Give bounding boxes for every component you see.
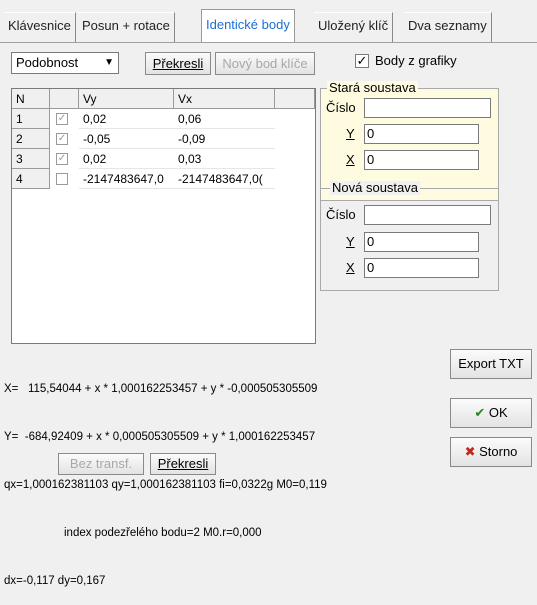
- old-system-number-input[interactable]: [364, 98, 491, 118]
- ok-button[interactable]: ✔ OK: [450, 398, 532, 428]
- column-header-vy[interactable]: Vy: [79, 89, 174, 109]
- cancel-label: Storno: [479, 444, 518, 459]
- cell-vy[interactable]: 0,02: [79, 149, 174, 169]
- new-system-x-label: X: [346, 260, 355, 275]
- row-checkbox[interactable]: ✓: [56, 133, 68, 145]
- row-number[interactable]: 1: [12, 109, 50, 129]
- cell-vx[interactable]: 0,06: [174, 109, 275, 129]
- column-header-check[interactable]: [50, 89, 79, 109]
- tab-shift-rotation[interactable]: Posun + rotace: [78, 12, 175, 42]
- points-from-graphics-label: Body z grafiky: [375, 53, 457, 68]
- row-number[interactable]: 3: [12, 149, 50, 169]
- check-icon: ✔: [474, 405, 486, 420]
- results-line-d: dx=-0,117 dy=0,167: [4, 575, 106, 587]
- transform-type-value: Podobnost: [16, 55, 79, 70]
- column-header-vx[interactable]: Vx: [174, 89, 275, 109]
- tab-two-lists[interactable]: Dva seznamy: [404, 12, 492, 42]
- results-line-q: qx=1,000162381103 qy=1,000162381103 fi=0…: [4, 479, 327, 491]
- tab-bar: Klávesnice Posun + rotace Identické body…: [0, 0, 537, 44]
- row-checkbox[interactable]: ✓: [56, 113, 68, 125]
- tab-keyboard[interactable]: Klávesnice: [4, 12, 76, 42]
- results-line-index: index podezřelého bodu=2 M0.r=0,000: [64, 527, 262, 539]
- points-table[interactable]: N Vy Vx 1 ✓ 0,02 0,06 2 ✓ -0,05 -0,09 3 …: [11, 88, 316, 344]
- new-system-title: Nová soustava: [330, 180, 420, 195]
- old-system-number-label: Číslo: [326, 100, 356, 115]
- redraw-button[interactable]: Překresli: [145, 52, 211, 75]
- tab-saved-key[interactable]: Uložený klíč: [314, 12, 394, 42]
- export-txt-button[interactable]: Export TXT: [450, 349, 532, 379]
- row-number[interactable]: 2: [12, 129, 50, 149]
- transform-type-select[interactable]: Podobnost ▼: [11, 52, 119, 74]
- old-system-title: Stará soustava: [327, 80, 418, 95]
- cancel-button[interactable]: ✖ Storno: [450, 437, 532, 467]
- results-text: X= 115,54044 + x * 1,000162253457 + y * …: [4, 349, 327, 605]
- new-system-number-label: Číslo: [326, 207, 356, 222]
- cell-vy[interactable]: -0,05: [79, 129, 174, 149]
- tab-divider: [0, 42, 537, 43]
- new-key-point-button[interactable]: Nový bod klíče: [215, 52, 315, 75]
- ok-label: OK: [488, 405, 508, 420]
- row-checkbox[interactable]: [56, 173, 68, 185]
- new-system-y-label: Y: [346, 234, 355, 249]
- row-number[interactable]: 4: [12, 169, 50, 189]
- cell-vx[interactable]: 0,03: [174, 149, 275, 169]
- results-line-x: X= 115,54044 + x * 1,000162253457 + y * …: [4, 383, 318, 395]
- redraw-bottom-button[interactable]: Překresli: [150, 453, 216, 475]
- old-system-y-label: Y: [346, 126, 355, 141]
- new-system-number-input[interactable]: [364, 205, 491, 225]
- column-header-n[interactable]: N: [12, 89, 50, 109]
- chevron-down-icon: ▼: [104, 57, 114, 68]
- tab-identical-points[interactable]: Identické body: [201, 9, 295, 43]
- no-transform-button[interactable]: Bez transf.: [58, 453, 144, 475]
- cell-vx[interactable]: -2147483647,0(: [174, 169, 275, 189]
- row-checkbox[interactable]: ✓: [56, 153, 68, 165]
- old-system-x-label: X: [346, 152, 355, 167]
- cell-vy[interactable]: 0,02: [79, 109, 174, 129]
- redraw-bottom-label: Překresli: [157, 456, 209, 471]
- points-from-graphics-checkbox[interactable]: ✓: [355, 54, 369, 68]
- results-line-y: Y= -684,92409 + x * 0,000505305509 + y *…: [4, 431, 316, 443]
- column-header-empty: [275, 89, 315, 109]
- old-system-y-input[interactable]: 0: [364, 124, 479, 144]
- new-system-x-input[interactable]: 0: [364, 258, 479, 278]
- cell-vy[interactable]: -2147483647,0: [79, 169, 174, 189]
- new-system-y-input[interactable]: 0: [364, 232, 479, 252]
- cell-vx[interactable]: -0,09: [174, 129, 275, 149]
- close-icon: ✖: [464, 444, 476, 459]
- old-system-x-input[interactable]: 0: [364, 150, 479, 170]
- redraw-label: Překresli: [152, 56, 204, 71]
